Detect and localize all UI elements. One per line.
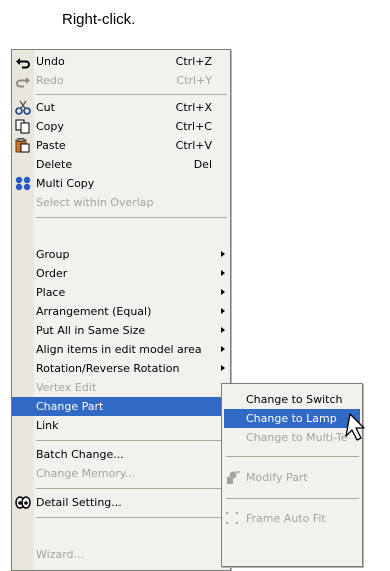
menu-item-label: Change Memory... — [36, 467, 136, 480]
menu-item-shortcut: Ctrl+Y — [176, 74, 212, 87]
mouse-pointer-icon — [345, 413, 365, 441]
menu-item-paste[interactable]: Paste Ctrl+V — [12, 136, 230, 155]
menu-item-label: Align items in edit model area — [36, 343, 202, 356]
menu-item-label: Undo — [36, 55, 65, 68]
menu-separator — [36, 217, 227, 218]
menu-item-same-size[interactable]: Put All in Same Size — [12, 321, 230, 340]
submenu-item-change-to-switch[interactable]: Change to Switch — [222, 390, 362, 409]
menu-item-rotation[interactable]: Rotation/Reverse Rotation — [12, 359, 230, 378]
menu-separator — [226, 456, 359, 457]
menu-item-label: Change to Multi-Te — [246, 431, 348, 444]
menu-item-label: Paste — [36, 139, 66, 152]
menu-item-label: Multi Copy — [36, 177, 95, 190]
menu-item-delete[interactable]: Delete Del — [12, 155, 230, 174]
menu-item-redo[interactable]: Redo Ctrl+Y — [12, 71, 230, 90]
frame-auto-fit-icon — [225, 511, 241, 526]
change-part-submenu: Change to Switch Change to Lamp Change t… — [221, 383, 363, 567]
menu-item-label: Change to Switch — [246, 393, 343, 406]
context-menu: Undo Ctrl+Z Redo Ctrl+Y Cut Ctrl+X Copy … — [11, 49, 231, 571]
redo-icon — [15, 73, 31, 88]
menu-item-link[interactable]: Link — [12, 416, 230, 435]
menu-item-label: Wizard... — [36, 548, 85, 561]
menu-item-vertex-edit[interactable]: Vertex Edit — [12, 378, 230, 397]
menu-item-label: Change Part — [36, 400, 104, 413]
menu-item-label: Change to Lamp — [246, 412, 337, 425]
submenu-item-change-to-lamp[interactable]: Change to Lamp — [224, 409, 360, 428]
detail-setting-icon — [15, 495, 31, 510]
menu-item-align-items[interactable]: Align items in edit model area — [12, 340, 230, 359]
menu-item-change-part[interactable]: Change Part — [12, 397, 230, 416]
menu-item-copy[interactable]: Copy Ctrl+C — [12, 117, 230, 136]
scissors-icon — [15, 100, 31, 115]
submenu-arrow-icon — [221, 346, 225, 352]
menu-item-label: Detail Setting... — [36, 496, 122, 509]
menu-item-shortcut: Ctrl+C — [175, 120, 212, 133]
undo-icon — [15, 54, 31, 69]
submenu-item-modify-part[interactable]: Modify Part — [222, 468, 362, 487]
menu-item-undo[interactable]: Undo Ctrl+Z — [12, 52, 230, 71]
menu-separator — [36, 440, 227, 441]
menu-item-label: Modify Part — [246, 471, 308, 484]
submenu-arrow-icon — [221, 327, 225, 333]
submenu-arrow-icon — [221, 251, 225, 257]
menu-item-batch-change[interactable]: Batch Change... — [12, 445, 230, 464]
menu-separator — [226, 498, 359, 499]
modify-part-icon — [225, 470, 241, 485]
menu-item-multi-copy[interactable]: Multi Copy — [12, 174, 230, 193]
menu-item-label: Place — [36, 286, 66, 299]
menu-item-label: Select within Overlap — [36, 196, 154, 209]
multi-copy-icon — [15, 176, 31, 191]
menu-separator — [36, 94, 227, 95]
menu-item-label: Rotation/Reverse Rotation — [36, 362, 180, 375]
menu-item-place[interactable]: Place — [12, 283, 230, 302]
menu-item-label: Redo — [36, 74, 64, 87]
submenu-arrow-icon — [221, 270, 225, 276]
menu-item-label: Batch Change... — [36, 448, 124, 461]
menu-item-cut[interactable]: Cut Ctrl+X — [12, 98, 230, 117]
menu-item-label: Cut — [36, 101, 55, 114]
paste-icon — [15, 138, 31, 153]
menu-item-arrangement[interactable]: Arrangement (Equal) — [12, 302, 230, 321]
submenu-item-frame-auto-fit[interactable]: Frame Auto Fit — [222, 509, 362, 528]
menu-item-shortcut: Del — [193, 158, 212, 171]
menu-item-label: Group — [36, 248, 70, 261]
submenu-arrow-icon — [221, 365, 225, 371]
menu-item-label: Copy — [36, 120, 64, 133]
menu-item-group[interactable]: Group — [12, 245, 230, 264]
menu-item-label: Link — [36, 419, 59, 432]
menu-item-label: Put All in Same Size — [36, 324, 146, 337]
menu-item-shortcut: Ctrl+Z — [175, 55, 212, 68]
copy-icon — [15, 119, 31, 134]
menu-item-change-memory[interactable]: Change Memory... — [12, 464, 230, 483]
menu-item-label: Delete — [36, 158, 73, 171]
menu-item-label: Frame Auto Fit — [246, 512, 326, 525]
menu-separator — [36, 488, 227, 489]
submenu-arrow-icon — [221, 289, 225, 295]
menu-item-order[interactable]: Order — [12, 264, 230, 283]
caption-text: Right-click. — [62, 11, 136, 28]
menu-item-label: Order — [36, 267, 68, 280]
submenu-arrow-icon — [221, 308, 225, 314]
menu-separator — [36, 517, 227, 518]
menu-item-shortcut: Ctrl+X — [175, 101, 212, 114]
menu-item-label: Arrangement (Equal) — [36, 305, 152, 318]
menu-item-wizard[interactable]: Wizard... — [12, 545, 230, 564]
menu-item-shortcut: Ctrl+V — [175, 139, 212, 152]
menu-item-label: Vertex Edit — [36, 381, 97, 394]
menu-item-select-within-overlap[interactable]: Select within Overlap — [12, 193, 230, 212]
menu-item-detail-setting[interactable]: Detail Setting... — [12, 493, 230, 512]
